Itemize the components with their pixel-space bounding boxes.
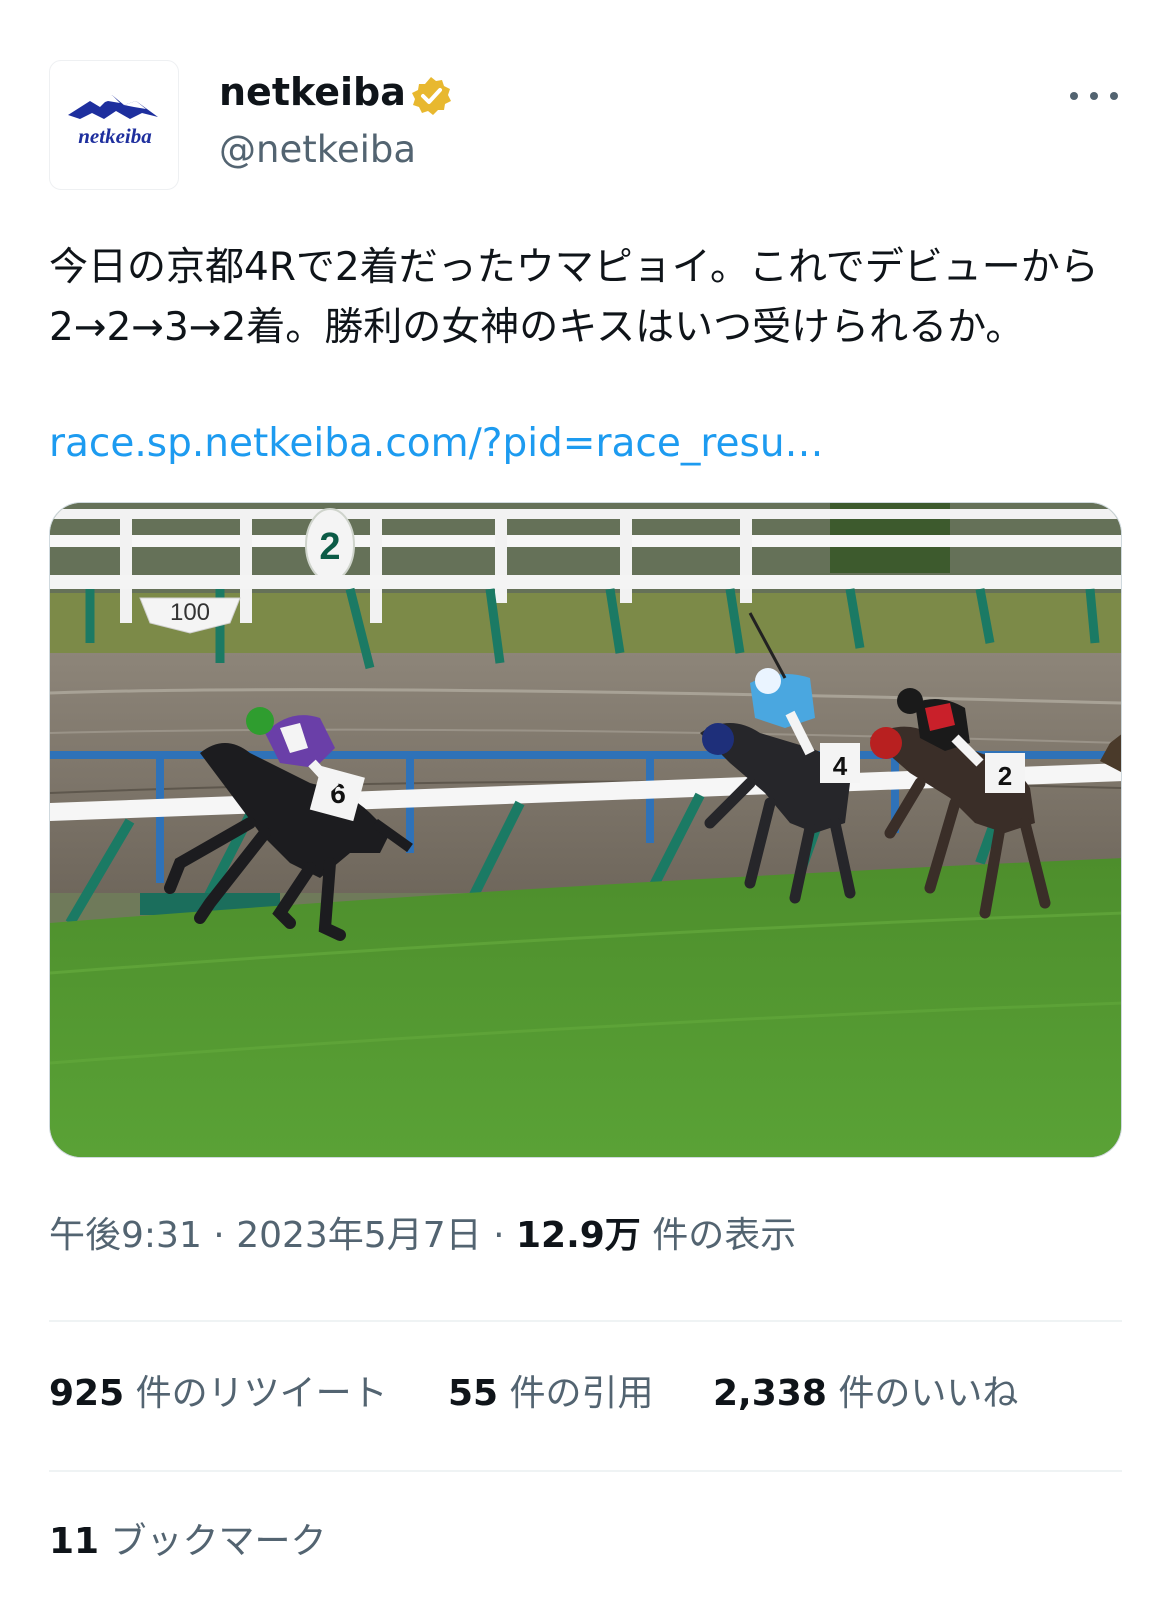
bookmarks-label: ブックマーク — [99, 1521, 327, 1562]
bookmarks-stat[interactable]: 11 ブックマーク — [49, 1518, 327, 1566]
avatar[interactable]: netkeiba — [49, 60, 179, 190]
display-name[interactable]: netkeiba — [219, 68, 406, 116]
bookmarks-count: 11 — [49, 1521, 100, 1562]
retweets-stat[interactable]: 925 件のリツイート — [49, 1370, 388, 1418]
svg-text:2: 2 — [998, 761, 1012, 791]
divider — [49, 1470, 1122, 1472]
tweet-time[interactable]: 午後9:31 — [49, 1215, 202, 1256]
verified-badge-icon — [412, 77, 451, 115]
likes-count: 2,338 — [713, 1373, 827, 1414]
quotes-stat[interactable]: 55 件の引用 — [448, 1370, 654, 1418]
retweets-count: 925 — [49, 1373, 125, 1414]
tweet-meta: 午後9:31 · 2023年5月7日 · 12.9万 件の表示 — [49, 1212, 796, 1260]
tweet-text: 今日の京都4Rで2着だったウマピョイ。これでデビューから2→2→3→2着。勝利の… — [49, 245, 1099, 350]
retweets-label: 件のリツイート — [124, 1373, 388, 1414]
views-label: 件の表示 — [640, 1215, 797, 1256]
meta-separator: · — [201, 1215, 237, 1256]
user-handle[interactable]: @netkeiba — [219, 126, 416, 174]
likes-label: 件のいいね — [826, 1373, 1019, 1414]
quotes-label: 件の引用 — [498, 1373, 654, 1414]
likes-stat[interactable]: 2,338 件のいいね — [713, 1370, 1018, 1418]
divider — [49, 1320, 1122, 1322]
views-count: 12.9万 — [515, 1215, 641, 1256]
tweet-photo[interactable]: 2 100 6 4 2 — [49, 502, 1122, 1158]
svg-text:2: 2 — [319, 526, 340, 568]
tweet-link[interactable]: race.sp.netkeiba.com/?pid=race_resu… — [49, 416, 824, 472]
more-options-icon[interactable] — [1066, 80, 1122, 110]
quotes-count: 55 — [448, 1373, 499, 1414]
meta-separator: · — [481, 1215, 516, 1256]
netkeiba-logo-icon: netkeiba — [68, 95, 158, 148]
svg-text:netkeiba: netkeiba — [78, 124, 152, 148]
svg-text:100: 100 — [170, 599, 210, 626]
horse-race-photo: 2 100 6 4 2 — [50, 503, 1121, 1157]
svg-text:4: 4 — [833, 751, 848, 781]
tweet-date[interactable]: 2023年5月7日 — [236, 1215, 481, 1256]
